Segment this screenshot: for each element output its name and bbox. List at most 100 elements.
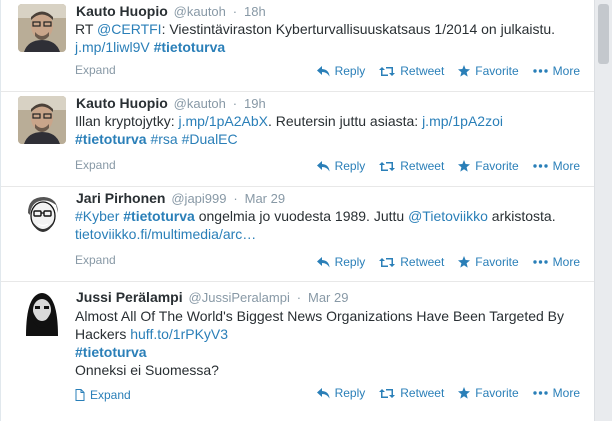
- more-button[interactable]: More: [532, 64, 580, 78]
- tweet-fullname[interactable]: Jari Pirhonen: [76, 190, 165, 206]
- more-label: More: [552, 64, 580, 78]
- tweet-username[interactable]: @kautoh: [174, 4, 226, 19]
- reply-icon: [316, 256, 330, 267]
- avatar[interactable]: [18, 191, 66, 239]
- tweet-actions: Reply Retweet Favorite More: [303, 386, 580, 400]
- tweet-link[interactable]: j.mp/1pA2zoi: [422, 113, 503, 129]
- tweet-header: Jari Pirhonen @japi999 · Mar 29: [76, 190, 285, 207]
- star-icon: [458, 160, 471, 172]
- document-icon: [75, 389, 85, 401]
- tweet-link[interactable]: tietoviikko.fi/multimedia/arc…: [75, 226, 256, 242]
- scrollbar[interactable]: [594, 0, 612, 421]
- tweet-timestamp[interactable]: Mar 29: [245, 191, 285, 206]
- reply-button[interactable]: Reply: [316, 255, 366, 269]
- favorite-label: Favorite: [475, 255, 519, 269]
- favorite-label: Favorite: [475, 386, 519, 400]
- more-label: More: [552, 255, 580, 269]
- tweet-text: Almost All Of The World's Biggest News O…: [75, 307, 575, 379]
- star-icon: [458, 387, 471, 399]
- tweet-item[interactable]: Jussi Perälampi @JussiPeralampi · Mar 29…: [1, 282, 595, 421]
- expand-link[interactable]: Expand: [75, 63, 116, 77]
- favorite-label: Favorite: [475, 64, 519, 78]
- favorite-button[interactable]: Favorite: [458, 386, 519, 400]
- tweet-username[interactable]: @JussiPeralampi: [189, 290, 290, 305]
- more-label: More: [552, 386, 580, 400]
- tweet-time-separator: ·: [296, 290, 302, 305]
- retweet-icon: [379, 257, 396, 267]
- tweet-header: Kauto Huopio @kautoh · 18h: [76, 3, 266, 20]
- tweet-fullname[interactable]: Kauto Huopio: [76, 95, 168, 111]
- tweet-text-segment: Hackers: [75, 326, 131, 342]
- hashtag-link[interactable]: #tietoturva: [75, 344, 147, 360]
- scrollbar-thumb[interactable]: [598, 4, 609, 64]
- tweet-item[interactable]: Kauto Huopio @kautoh · 19h Illan kryptoj…: [1, 92, 595, 187]
- tweet-header: Kauto Huopio @kautoh · 19h: [76, 95, 266, 112]
- favorite-button[interactable]: Favorite: [458, 255, 519, 269]
- reply-label: Reply: [334, 255, 366, 269]
- tweet-text-segment: Illan kryptojytky:: [75, 113, 179, 129]
- avatar[interactable]: [18, 288, 66, 336]
- more-label: More: [552, 159, 580, 173]
- favorite-button[interactable]: Favorite: [458, 159, 519, 173]
- avatar[interactable]: [18, 96, 66, 144]
- tweet-item[interactable]: Jari Pirhonen @japi999 · Mar 29 #Kyber #…: [1, 187, 595, 282]
- more-button[interactable]: More: [532, 386, 580, 400]
- hashtag-link[interactable]: #tietoturva: [154, 39, 226, 55]
- tweet-text-segment: RT: [75, 21, 98, 37]
- tweet-actions: Reply Retweet Favorite More: [303, 159, 580, 173]
- tweet-actions: Reply Retweet Favorite More: [303, 255, 580, 269]
- tweet-timestamp[interactable]: Mar 29: [308, 290, 348, 305]
- avatar[interactable]: [18, 4, 66, 52]
- tweet-fullname[interactable]: Jussi Perälampi: [76, 289, 183, 305]
- tweet-link[interactable]: j.mp/1liwl9V: [75, 39, 150, 55]
- tweet-link[interactable]: @Tietoviikko: [408, 208, 488, 224]
- reply-button[interactable]: Reply: [316, 64, 366, 78]
- expand-link[interactable]: Expand: [75, 158, 116, 172]
- retweet-icon: [379, 161, 396, 171]
- expand-label[interactable]: Expand: [90, 388, 131, 402]
- tweet-link[interactable]: huff.to/1rPKyV3: [130, 326, 228, 342]
- tweet-text-segment: ongelmia jo vuodesta 1989. Juttu: [194, 208, 409, 224]
- tweet-text-segment: Onneksi ei Suomessa?: [75, 362, 219, 378]
- retweet-button[interactable]: Retweet: [379, 159, 444, 173]
- tweet-timestamp[interactable]: 19h: [244, 96, 266, 111]
- tweet-fullname[interactable]: Kauto Huopio: [76, 3, 168, 19]
- reply-button[interactable]: Reply: [316, 386, 365, 400]
- retweet-button[interactable]: Retweet: [379, 255, 444, 269]
- more-button[interactable]: More: [532, 255, 580, 269]
- tweet-timestamp[interactable]: 18h: [244, 4, 266, 19]
- reply-icon: [316, 65, 330, 76]
- more-dots-icon: [532, 164, 548, 168]
- more-dots-icon: [532, 391, 548, 395]
- expand-link[interactable]: Expand: [75, 253, 116, 267]
- hashtag-link[interactable]: #tietoturva: [123, 208, 195, 224]
- favorite-label: Favorite: [475, 159, 519, 173]
- tweet-text: #Kyber #tietoturva ongelmia jo vuodesta …: [75, 207, 575, 243]
- tweet-link[interactable]: #DualEC: [182, 131, 238, 147]
- reply-icon: [316, 160, 330, 171]
- tweet-text-segment: : Viestintäviraston Kyberturvallisuuskat…: [161, 21, 556, 37]
- tweet-username[interactable]: @kautoh: [174, 96, 226, 111]
- tweet-link[interactable]: #rsa: [150, 131, 177, 147]
- favorite-button[interactable]: Favorite: [458, 64, 519, 78]
- tweet-item[interactable]: Kauto Huopio @kautoh · 18h RT @CERTFI: V…: [1, 0, 595, 92]
- reply-label: Reply: [334, 159, 366, 173]
- hashtag-link[interactable]: #tietoturva: [75, 131, 147, 147]
- reply-label: Reply: [334, 64, 366, 78]
- tweet-time-separator: ·: [232, 4, 238, 19]
- tweet-link[interactable]: @CERTFI: [97, 21, 162, 37]
- tweet-link[interactable]: j.mp/1pA2AbX: [178, 113, 268, 129]
- tweet-text-segment: arkistosta.: [487, 208, 556, 224]
- tweet-username[interactable]: @japi999: [171, 191, 226, 206]
- tweet-text-segment: Almost All Of The World's Biggest News O…: [75, 308, 565, 324]
- tweet-link[interactable]: #Kyber: [75, 208, 119, 224]
- tweet-time-separator: ·: [233, 191, 238, 206]
- more-dots-icon: [532, 260, 548, 264]
- retweet-button[interactable]: Retweet: [379, 386, 444, 400]
- retweet-button[interactable]: Retweet: [379, 64, 444, 78]
- expand-link[interactable]: Expand: [75, 388, 131, 402]
- star-icon: [458, 65, 471, 77]
- reply-button[interactable]: Reply: [316, 159, 366, 173]
- tweet-time-separator: ·: [232, 96, 238, 111]
- more-button[interactable]: More: [532, 159, 580, 173]
